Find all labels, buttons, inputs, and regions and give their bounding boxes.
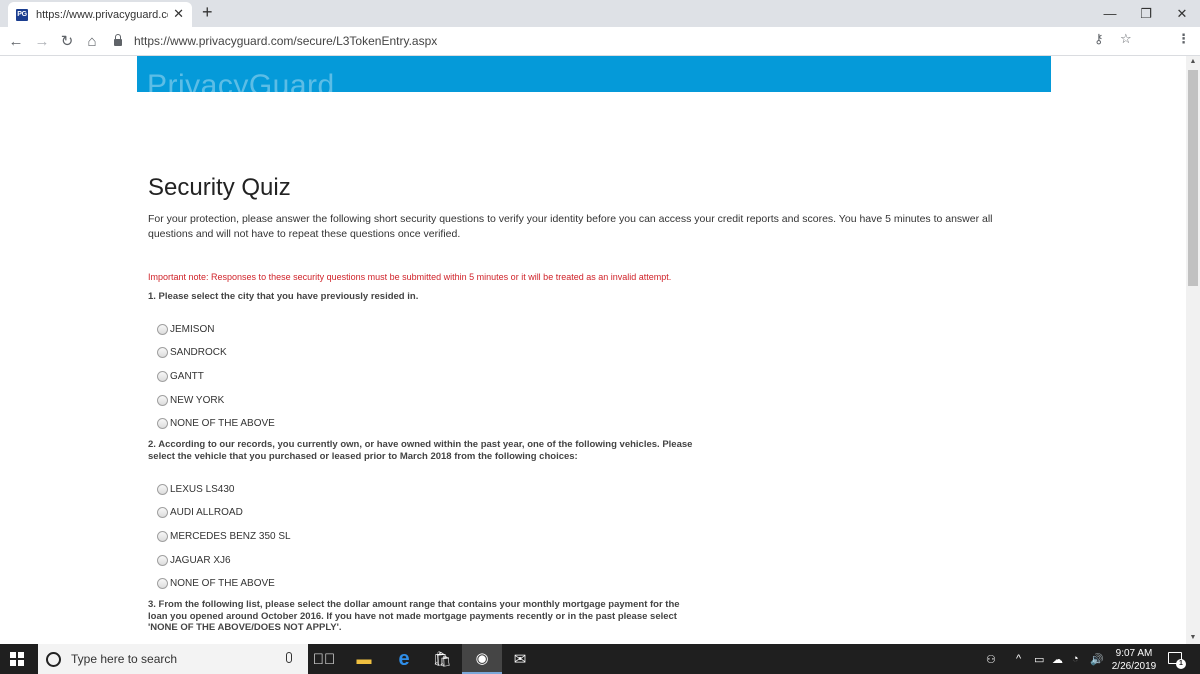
mail-icon[interactable]: ✉: [500, 644, 540, 674]
browser-tab[interactable]: PG https://www.privacyguard.com/s ✕: [8, 2, 192, 27]
site-logo[interactable]: PrivacyGuard: [147, 69, 335, 92]
bookmark-star-icon[interactable]: ☆: [1120, 31, 1132, 47]
answer-option[interactable]: MERCEDES BENZ 350 SL: [157, 525, 1038, 549]
question-3-text: 3. From the following list, please selec…: [148, 599, 680, 634]
answer-option[interactable]: NEW YORK: [157, 388, 1038, 412]
answer-option-label: NEW YORK: [170, 394, 225, 406]
taskbar-clock[interactable]: 9:07 AM 2/26/2019: [1104, 647, 1164, 673]
radio-button[interactable]: [157, 578, 168, 590]
lock-icon: [114, 34, 122, 46]
new-tab-icon[interactable]: +: [202, 2, 213, 23]
answer-option-label: GANTT: [170, 370, 204, 382]
page-title: Security Quiz: [148, 174, 291, 201]
home-icon[interactable]: ⌂: [82, 31, 102, 51]
page-scrollbar[interactable]: ▲ ▼: [1186, 56, 1200, 644]
windows-taskbar: Type here to search ▯⃞ ▬ e 🛍 ◉ ✉ ⚇ ^ ▭ ☁…: [0, 644, 1200, 674]
file-explorer-icon[interactable]: ▬: [344, 644, 384, 674]
radio-button[interactable]: [157, 418, 168, 430]
answer-option-label: MERCEDES BENZ 350 SL: [170, 530, 291, 542]
taskbar-search-box[interactable]: Type here to search: [38, 644, 308, 674]
answer-option-label: AUDI ALLROAD: [170, 507, 243, 519]
question-2-text: 2. According to our records, you current…: [148, 439, 693, 462]
onedrive-icon[interactable]: ☁: [1052, 644, 1063, 674]
radio-button[interactable]: [157, 507, 168, 519]
back-arrow-icon[interactable]: ←: [6, 31, 26, 51]
answer-option[interactable]: SANDROCK: [157, 341, 1038, 365]
answer-option-label: SANDROCK: [170, 347, 227, 359]
answer-option-label: JEMISON: [170, 323, 215, 335]
answer-option[interactable]: JEMISON: [157, 318, 1038, 342]
intro-text: For your protection, please answer the f…: [148, 213, 993, 240]
radio-button[interactable]: [157, 323, 168, 335]
scroll-up-arrow-icon[interactable]: ▲: [1186, 56, 1200, 68]
answer-option[interactable]: GANTT: [157, 365, 1038, 389]
question-1-options: JEMISON SANDROCK GANTT NEW YORK NONE OF …: [157, 318, 1038, 436]
scrollbar-thumb[interactable]: [1188, 70, 1198, 286]
radio-button[interactable]: [157, 554, 168, 566]
important-note: Important note: Responses to these secur…: [148, 272, 672, 282]
notification-count-badge: 1: [1176, 659, 1186, 669]
answer-option[interactable]: JAGUAR XJ6: [157, 548, 1038, 572]
radio-button[interactable]: [157, 483, 168, 495]
people-icon[interactable]: ⚇: [986, 644, 996, 674]
show-hidden-icons-icon[interactable]: ^: [1016, 644, 1021, 674]
cortana-icon: [46, 651, 61, 667]
privacyguard-favicon-icon: PG: [16, 8, 28, 21]
answer-option-label: NONE OF THE ABOVE: [170, 578, 275, 590]
radio-button[interactable]: [157, 370, 168, 382]
answer-option[interactable]: AUDI ALLROAD: [157, 501, 1038, 525]
forward-arrow-icon[interactable]: →: [32, 31, 52, 51]
question-2-options: LEXUS LS430 AUDI ALLROAD MERCEDES BENZ 3…: [157, 477, 1038, 595]
answer-option-label: JAGUAR XJ6: [170, 554, 231, 566]
radio-button[interactable]: [157, 347, 168, 359]
answer-option-label: NONE OF THE ABOVE: [170, 418, 275, 430]
windows-start-icon[interactable]: [10, 652, 24, 666]
address-bar[interactable]: https://www.privacyguard.com/secure/L3To…: [106, 30, 1146, 52]
volume-icon[interactable]: 🔊: [1090, 644, 1104, 674]
battery-icon[interactable]: ▭: [1034, 644, 1044, 674]
task-view-icon[interactable]: ▯⃞: [304, 644, 344, 674]
scroll-down-arrow-icon[interactable]: ▼: [1186, 632, 1200, 644]
tab-close-icon[interactable]: ✕: [173, 6, 184, 22]
security-quiz-form: Security Quiz For your protection, pleas…: [148, 174, 1038, 634]
answer-option[interactable]: LEXUS LS430: [157, 477, 1038, 501]
taskbar-search-placeholder: Type here to search: [71, 652, 178, 666]
chrome-menu-icon[interactable]: ⋮: [1177, 31, 1190, 47]
site-header-banner: PrivacyGuard: [137, 56, 1051, 92]
page-viewport: PrivacyGuard Security Quiz For your prot…: [0, 56, 1186, 644]
minimize-icon[interactable]: —: [1092, 0, 1128, 27]
answer-option[interactable]: NONE OF THE ABOVE: [157, 572, 1038, 596]
chrome-icon[interactable]: ◉: [462, 644, 502, 674]
edge-browser-icon[interactable]: e: [384, 644, 424, 674]
radio-button[interactable]: [157, 530, 168, 542]
clock-date: 2/26/2019: [1111, 661, 1157, 672]
answer-option-label: LEXUS LS430: [170, 483, 235, 495]
browser-toolbar: ← → ↻ ⌂ https://www.privacyguard.com/sec…: [0, 27, 1200, 56]
microphone-icon[interactable]: [286, 652, 292, 663]
url-text: https://www.privacyguard.com/secure/L3To…: [134, 34, 438, 48]
window-close-icon[interactable]: ✕: [1164, 0, 1200, 27]
store-icon[interactable]: 🛍: [422, 644, 462, 674]
restore-icon[interactable]: ❐: [1128, 0, 1164, 27]
question-1-text: 1. Please select the city that you have …: [148, 291, 419, 302]
wifi-icon[interactable]: ◔: [1072, 644, 1079, 674]
reload-icon[interactable]: ↻: [57, 31, 77, 51]
browser-tab-strip: PG https://www.privacyguard.com/s ✕ + — …: [0, 0, 1200, 27]
clock-time: 9:07 AM: [1115, 648, 1153, 659]
tab-title: https://www.privacyguard.com/s: [36, 8, 168, 21]
key-icon[interactable]: ⚷: [1094, 31, 1104, 47]
radio-button[interactable]: [157, 394, 168, 406]
answer-option[interactable]: NONE OF THE ABOVE: [157, 412, 1038, 436]
